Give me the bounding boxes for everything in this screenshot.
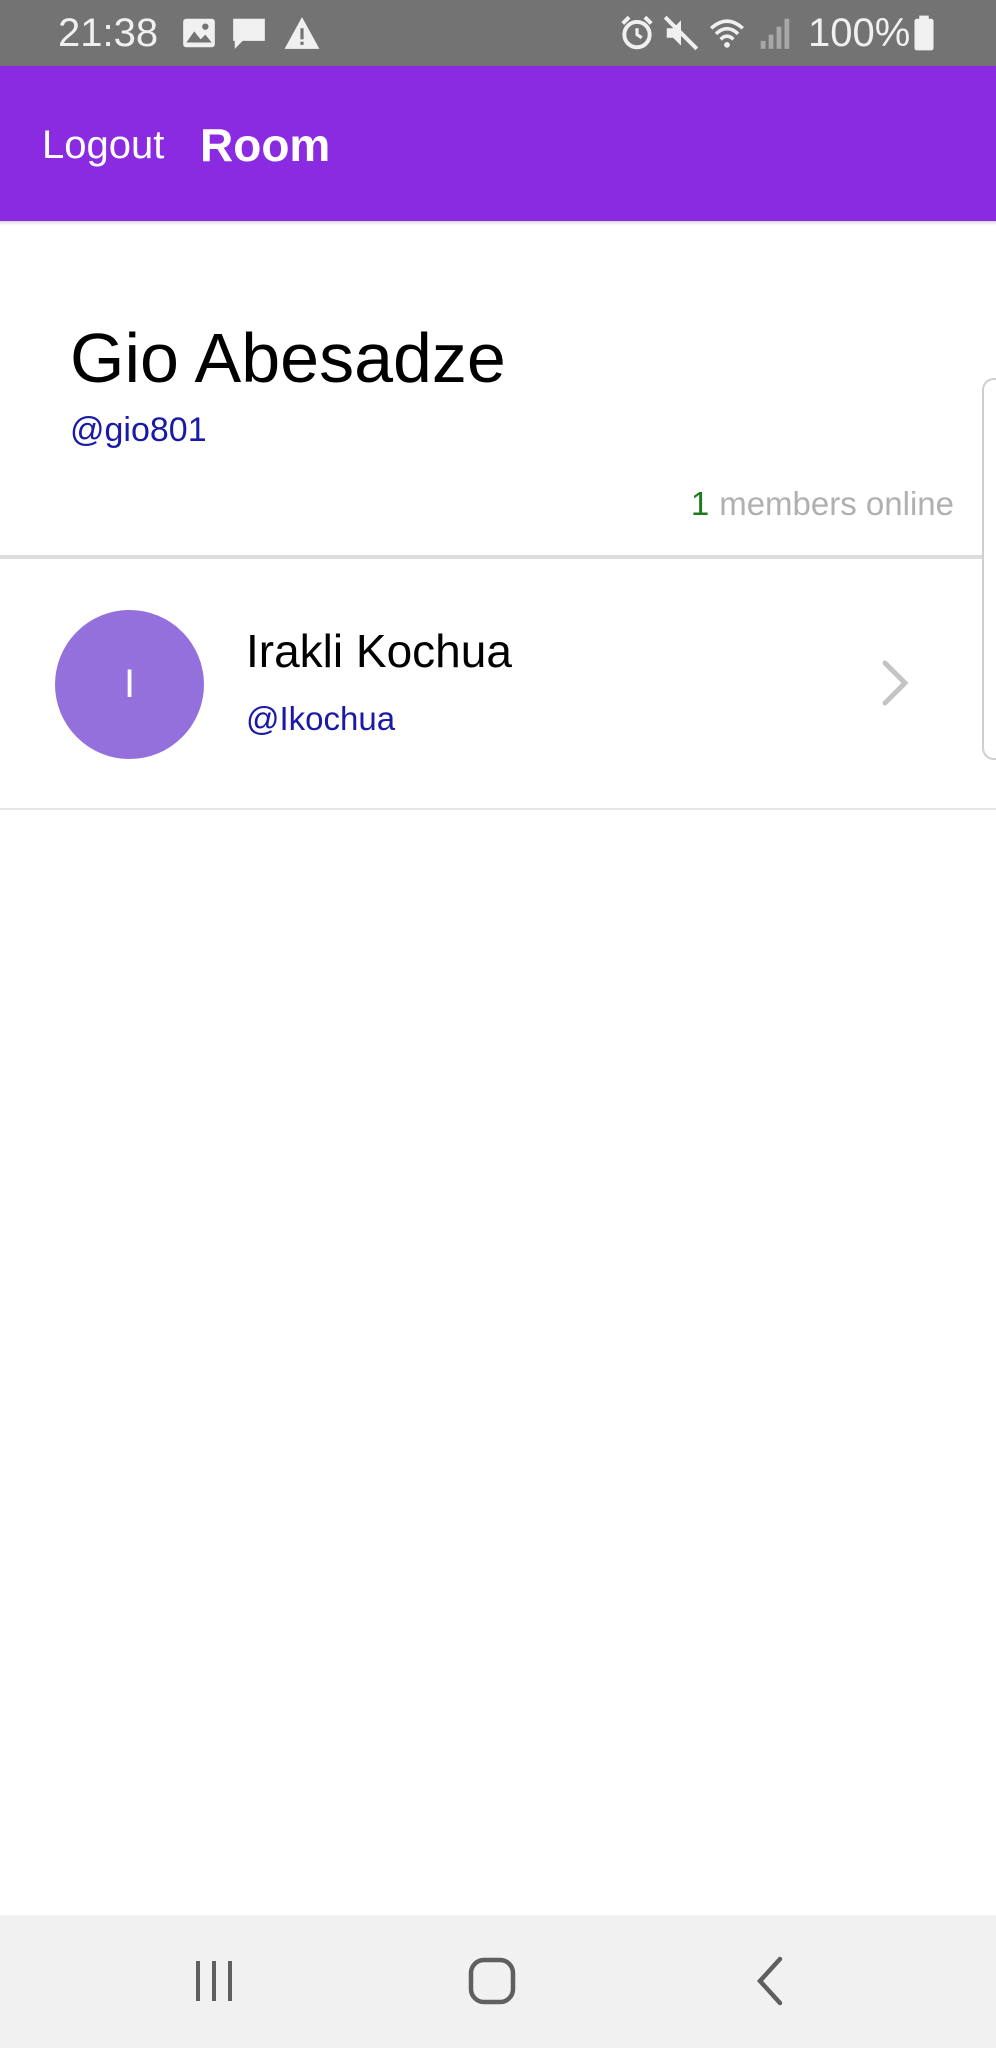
navigation-bar (0, 1915, 996, 2048)
image-icon (183, 18, 215, 48)
profile-handle: @gio801 (70, 411, 207, 449)
page-title: Room (200, 119, 331, 171)
home-icon[interactable] (462, 1951, 522, 2011)
profile-name: Gio Abesadze (70, 319, 506, 397)
status-bar: 21:38 100% (0, 0, 996, 66)
warning-icon (284, 17, 320, 49)
mute-icon (663, 15, 699, 51)
online-label: members online (719, 485, 954, 522)
logout-button[interactable]: Logout (42, 122, 164, 168)
app-bar-shadow (0, 221, 996, 225)
member-name: Irakli Kochua (246, 625, 512, 677)
signal-icon (760, 18, 790, 49)
list-item[interactable]: I Irakli Kochua @Ikochua (0, 559, 996, 808)
status-time: 21:38 (58, 11, 159, 55)
back-icon[interactable] (742, 1951, 802, 2011)
message-icon (233, 18, 265, 49)
wifi-icon (710, 19, 744, 48)
battery-percent: 100% (808, 11, 911, 55)
alarm-icon (621, 15, 653, 50)
recents-icon[interactable] (184, 1951, 244, 2011)
app-bar: Logout Room (0, 66, 996, 221)
online-count: 1 (690, 485, 710, 522)
member-handle: @Ikochua (246, 700, 396, 737)
avatar: I (55, 610, 204, 759)
chevron-right-icon (882, 660, 909, 706)
edge-panel-handle[interactable] (982, 378, 996, 760)
battery-icon (914, 15, 934, 51)
online-status: 1 members online (691, 484, 954, 524)
divider (0, 808, 996, 810)
